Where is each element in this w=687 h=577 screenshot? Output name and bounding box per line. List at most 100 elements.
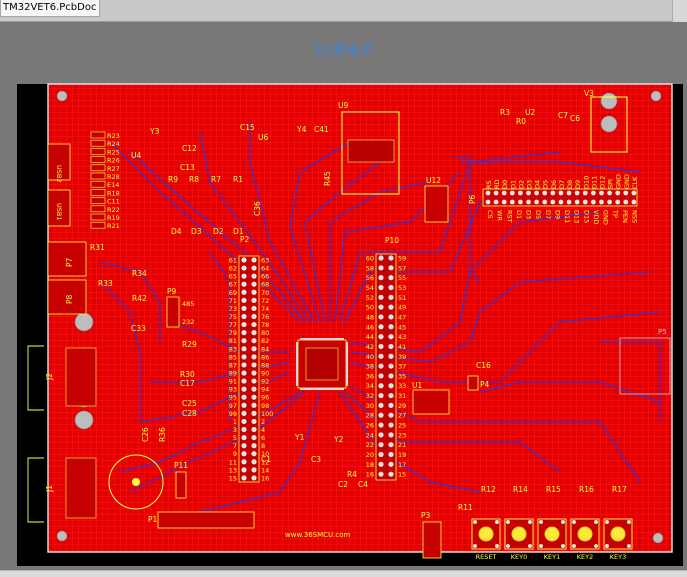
pin-number-right: 15 (398, 471, 406, 479)
resistor-pad (90, 180, 106, 188)
pin-number-left: 20 (366, 451, 374, 459)
header-pin (241, 362, 247, 368)
pin-number-left: 24 (366, 431, 374, 439)
header-pin (378, 294, 384, 300)
header-pin (388, 442, 394, 448)
p9-485-label: 485 (182, 300, 194, 308)
svg-text:R4: R4 (347, 470, 357, 479)
svg-text:P6: P6 (468, 194, 477, 204)
p6-top-pin-label: D8 (566, 180, 574, 189)
header-pin (251, 330, 257, 336)
header-pin (378, 353, 384, 359)
header-pin (241, 402, 247, 408)
pin-number-right: 6 (261, 434, 265, 442)
header-pin (378, 363, 384, 369)
pin-number-right: 39 (398, 353, 406, 361)
pin-number-right: 59 (398, 255, 406, 263)
document-tab[interactable]: TM32VET6.PcbDoc (0, 0, 100, 17)
pin-number-right: 90 (261, 370, 269, 378)
pin-number-left: 60 (366, 255, 374, 263)
header-pin (251, 394, 257, 400)
pin-number-left: 95 (229, 394, 237, 402)
header-pin (241, 467, 247, 473)
horizontal-scrollbar[interactable] (0, 570, 687, 577)
p10-header[interactable]: 60 59 58 57 56 55 54 53 52 51 50 49 48 47 46 45 44 43 42 41… (366, 253, 407, 481)
p6-bottom-pin-label: WR (496, 210, 504, 221)
header-pin (241, 426, 247, 433)
resistor-pad (90, 156, 106, 163)
pcb-canvas[interactable]: 51黑电子 USB2 USB1 R23 R24 R25 R26 R27 R28 … (0, 22, 687, 570)
p6-pin (542, 199, 548, 205)
pin-number-left: 1 (233, 418, 237, 426)
p6-bottom-pin-label: CS (486, 210, 494, 219)
resistor-pad (90, 205, 106, 213)
p6-pin (550, 199, 556, 205)
p6-pin (615, 199, 621, 205)
header-pin (251, 378, 257, 384)
key-label: KEY0 (511, 553, 527, 561)
pin-number-left: 61 (229, 257, 237, 265)
pin-number-right: 2 (261, 418, 265, 426)
svg-text:C13: C13 (180, 163, 195, 172)
mcu-u5[interactable] (296, 338, 348, 390)
pin-number-right: 47 (398, 313, 406, 321)
svg-text:R16: R16 (579, 485, 594, 494)
p11-header[interactable]: P11 (174, 461, 188, 499)
p6-top-pin-label: D10 (582, 176, 590, 189)
pin-number-left: 97 (229, 402, 237, 410)
usb1-connector[interactable]: USB1 (47, 189, 71, 227)
pin-number-right: 66 (261, 273, 269, 281)
pin-number-left: 52 (366, 294, 374, 302)
pin-number-left: 46 (366, 323, 374, 331)
svg-text:C6: C6 (570, 114, 580, 123)
p9-232-label: 232 (182, 318, 194, 326)
p8-header[interactable]: P8 (47, 279, 87, 315)
svg-text:C2: C2 (338, 480, 348, 489)
p1-header[interactable]: P1 (148, 511, 255, 529)
p6-pin (501, 199, 507, 205)
p6-header[interactable]: RS RD D0 D1 D2 D3 D4 D5 D6 D7 D8 D9 D10 D11 D12 SPI GND G… (482, 174, 639, 225)
key-label: RESET (476, 553, 497, 561)
pcb-board-svg[interactable]: USB2 USB1 R23R24R25R26R27R28E14R18C11R22… (0, 22, 687, 570)
u1-label: U1 (412, 381, 422, 390)
header-pin (241, 257, 247, 263)
p6-top-pin-label: CLK (631, 176, 639, 189)
header-pin (388, 275, 394, 281)
header-pin (251, 338, 257, 344)
header-pin (241, 410, 247, 416)
pin-number-left: 16 (366, 471, 374, 479)
pin-number-right: 100 (261, 410, 273, 418)
svg-text:R34: R34 (132, 269, 147, 278)
p6-bottom-pin-label: VDD (592, 210, 600, 224)
pin-number-right: 72 (261, 297, 269, 305)
header-pin (388, 294, 394, 300)
pin-number-right: 74 (261, 305, 269, 313)
u12-label: U12 (426, 176, 441, 185)
pin-number-left: 48 (366, 313, 374, 321)
svg-text:R11: R11 (458, 503, 473, 512)
svg-text:R3: R3 (500, 108, 510, 117)
svg-text:D4: D4 (171, 227, 182, 236)
svg-text:R29: R29 (182, 340, 197, 349)
p6-top-pin-label: D4 (534, 180, 542, 189)
p6-bottom-pin-label: D15 (582, 210, 590, 223)
key-button-reset[interactable]: RESET (471, 518, 501, 561)
svg-text:C3: C3 (311, 455, 321, 464)
header-pin (251, 321, 257, 328)
svg-text:Y4: Y4 (296, 125, 307, 134)
header-pin (388, 432, 394, 438)
p6-bottom-pin-label: D11 (563, 210, 571, 223)
svg-text:C7: C7 (558, 111, 568, 120)
resistor-label: R19 (107, 214, 120, 222)
svg-text:C25: C25 (182, 399, 197, 408)
header-pin (388, 373, 394, 379)
header-pin (378, 334, 384, 340)
svg-text:C41: C41 (314, 125, 329, 134)
resistor-pad (90, 139, 106, 147)
usb2-connector[interactable]: USB2 (47, 143, 71, 182)
header-pin (388, 451, 394, 458)
p7-header[interactable]: P7 (47, 241, 87, 277)
p6-pin (590, 190, 596, 196)
pin-number-left: 22 (366, 441, 374, 449)
document-tab-bar: TM32VET6.PcbDoc (0, 0, 687, 22)
